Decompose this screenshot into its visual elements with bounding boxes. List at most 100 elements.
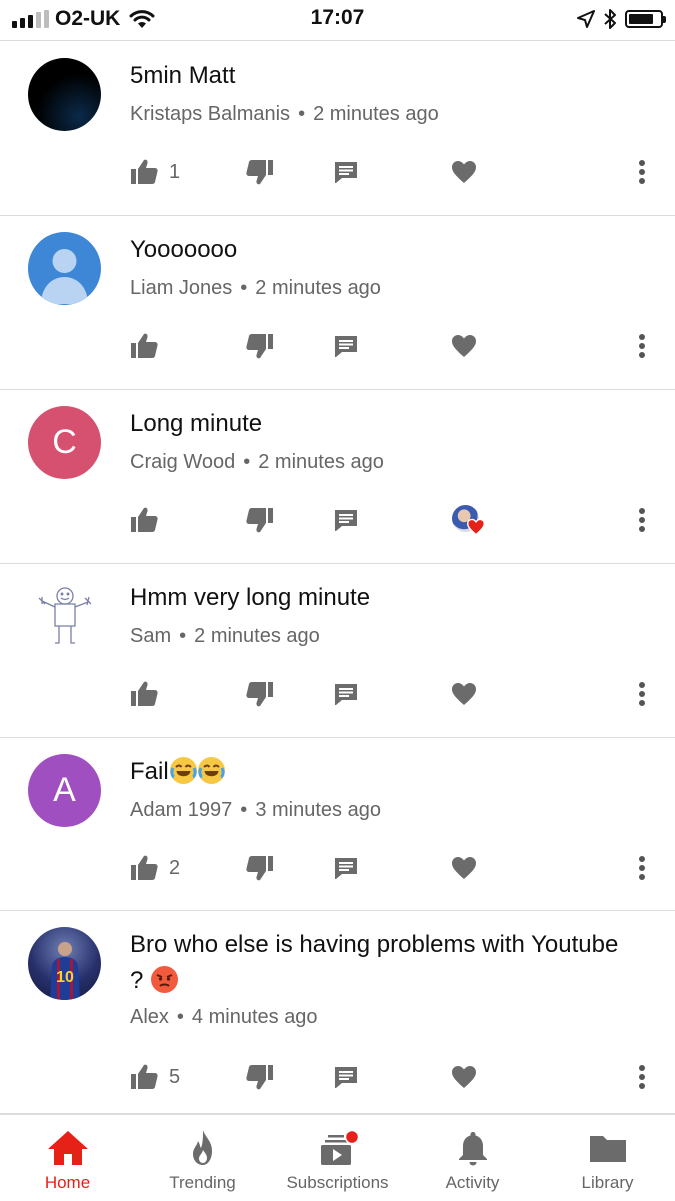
avatar[interactable]: 10 [28, 927, 101, 1000]
default-person-icon [41, 249, 88, 304]
comment-actions: 1 [0, 152, 675, 192]
more-options-icon [639, 682, 645, 706]
meta-separator: • [240, 799, 248, 821]
thumbs-up-icon [131, 507, 158, 532]
heart-button[interactable] [450, 1057, 478, 1097]
meta-separator: • [176, 1006, 184, 1028]
more-options-button[interactable] [637, 500, 647, 540]
stick-figure-drawing [38, 587, 92, 644]
comment-actions [0, 326, 675, 366]
comment-item: C Long minute Craig Wood • 2 minutes ago [0, 390, 675, 564]
thumbs-up-icon [131, 159, 158, 184]
avatar[interactable] [28, 232, 101, 305]
more-options-icon [639, 508, 645, 532]
like-button[interactable]: 1 [129, 152, 180, 192]
author-name[interactable]: Liam Jones [130, 277, 232, 299]
dislike-button[interactable] [245, 326, 275, 366]
reply-button[interactable] [332, 500, 360, 540]
comment-item: A Fail Adam 1997 • 3 minutes ago 2 [0, 738, 675, 911]
status-bar: O2-UK 17:07 [0, 0, 675, 41]
laughing-crying-emoji [169, 757, 197, 784]
like-button[interactable]: 5 [129, 1057, 180, 1097]
author-name[interactable]: Adam 1997 [130, 799, 232, 821]
avatar[interactable]: C [28, 406, 101, 479]
heart-button[interactable] [450, 848, 478, 888]
more-options-button[interactable] [637, 152, 647, 192]
reply-icon [335, 510, 357, 531]
more-options-button[interactable] [637, 1057, 647, 1097]
comment-text-line: ? [130, 967, 144, 994]
comment-text: 5min Matt [130, 62, 236, 89]
heart-button[interactable] [450, 152, 478, 192]
comment-time: 4 minutes ago [191, 1006, 318, 1028]
reply-button[interactable] [332, 848, 360, 888]
comment-time: 2 minutes ago [255, 277, 381, 299]
comment-item: Hmm very long minute Sam • 2 minutes ago [0, 564, 675, 738]
author-name[interactable]: Craig Wood [130, 451, 235, 473]
more-options-button[interactable] [637, 674, 647, 714]
reply-icon [335, 684, 357, 705]
dislike-button[interactable] [245, 674, 275, 714]
more-options-button[interactable] [637, 848, 647, 888]
heart-button[interactable] [450, 326, 478, 366]
nav-home-label: Home [44, 1173, 91, 1192]
dislike-button[interactable] [245, 848, 275, 888]
like-button[interactable] [129, 326, 159, 366]
subscriptions-icon [320, 1129, 359, 1165]
thumbs-down-icon [246, 856, 273, 881]
reply-button[interactable] [332, 1057, 360, 1097]
comment-body: 5min Matt [130, 58, 647, 94]
meta-separator: • [240, 277, 248, 299]
comment-time: 2 minutes ago [313, 103, 439, 125]
more-options-button[interactable] [637, 326, 647, 366]
avatar[interactable] [28, 58, 101, 131]
thumbs-up-icon [131, 681, 158, 706]
nav-subscriptions[interactable]: Subscriptions [270, 1115, 405, 1201]
dislike-button[interactable] [245, 152, 275, 192]
laughing-crying-emoji [197, 757, 225, 784]
author-name[interactable]: Kristaps Balmanis [130, 103, 290, 125]
heart-icon [452, 1066, 476, 1088]
nav-trending[interactable]: Trending [135, 1115, 270, 1201]
red-heart-icon [466, 518, 486, 536]
like-button[interactable] [129, 500, 159, 540]
author-name[interactable]: Sam [130, 625, 171, 647]
comment-text: Long minute [130, 410, 263, 437]
comment-text: Hmm very long minute [130, 584, 371, 611]
thumbs-down-icon [246, 160, 273, 185]
avatar[interactable]: A [28, 754, 101, 827]
reply-button[interactable] [332, 152, 360, 192]
like-button[interactable] [129, 674, 159, 714]
comment-body: Hmm very long minute [130, 580, 647, 616]
author-name[interactable]: Alex [130, 1006, 169, 1028]
avatar[interactable] [28, 580, 101, 653]
comment-meta: Craig Wood • 2 minutes ago [130, 448, 384, 476]
comment-actions [0, 500, 675, 540]
dislike-button[interactable] [245, 1057, 275, 1097]
reply-icon [335, 858, 357, 879]
comment-actions [0, 674, 675, 714]
reply-icon [335, 336, 357, 357]
reply-button[interactable] [332, 326, 360, 366]
bluetooth-icon [604, 9, 616, 29]
nav-home[interactable]: Home [0, 1115, 135, 1201]
dislike-button[interactable] [245, 500, 275, 540]
bell-icon [458, 1132, 487, 1166]
heart-button[interactable] [450, 674, 478, 714]
reply-button[interactable] [332, 674, 360, 714]
comment-text-line: Bro who else is having problems with You… [130, 931, 619, 958]
comment-actions: 2 [0, 848, 675, 888]
comment-actions: 5 [0, 1057, 675, 1097]
heart-button[interactable] [450, 500, 486, 540]
reply-icon [335, 1067, 357, 1088]
nav-activity[interactable]: Activity [405, 1115, 540, 1201]
comment-text: Yooooooo [130, 236, 238, 263]
comment-text: Fail [130, 758, 169, 785]
more-options-icon [639, 1065, 645, 1089]
comment-item: 5min Matt Kristaps Balmanis • 2 minutes ag… [0, 42, 675, 216]
heart-icon [452, 683, 476, 705]
nav-library[interactable]: Library [540, 1115, 675, 1201]
like-button[interactable]: 2 [129, 848, 180, 888]
more-options-icon [639, 334, 645, 358]
avatar-letter: C [52, 423, 77, 461]
